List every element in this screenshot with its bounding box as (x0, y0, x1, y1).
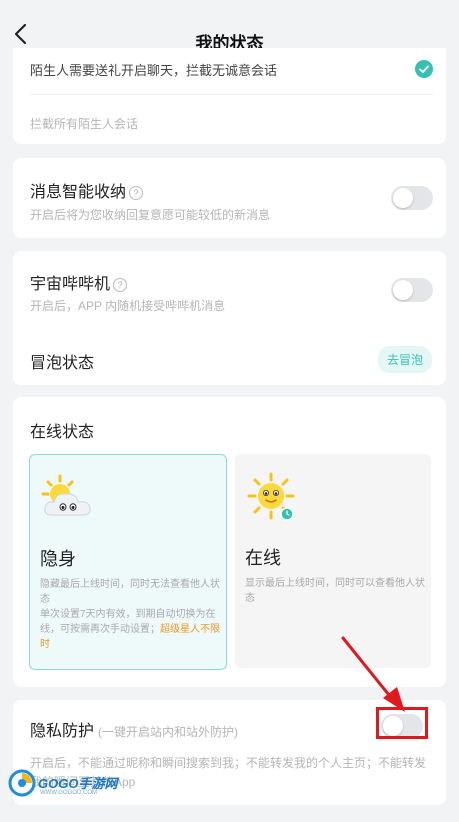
go-bubble-button[interactable]: 去冒泡 (378, 346, 433, 373)
gogo-logo-icon (8, 769, 36, 797)
online-option-desc: 显示最后上线时间，同时可以查看他人状态 (245, 578, 425, 604)
invisible-desc-line-1: 隐藏最后上线时间，同时无法查看他人状态 (40, 579, 220, 605)
privacy-hint: (一键开启站内和站外防护) (98, 725, 239, 739)
stranger-intercept-card: 陌生人需要送礼开启聊天，拦截无诚意会话 拦截所有陌生人会话 (13, 48, 446, 144)
online-status-section-title: 在线状态 (30, 424, 95, 441)
toggle-knob (393, 280, 413, 300)
online-option-title: 在线 (245, 548, 281, 568)
invisible-desc-line-2: 单次设置7天内有效，到期自动切换为在线，可按需再次手动设置；超级星人不限时 (40, 607, 220, 652)
smart-fold-card: 消息智能收纳? 开启后将为您收纳回复意愿可能较低的新消息 (13, 158, 446, 238)
watermark-url: WWW.GOGOD.COM (40, 790, 97, 796)
beeper-title: 宇宙哔哔机 (30, 276, 111, 293)
smart-fold-desc: 开启后将为您收纳回复意愿可能较低的新消息 (30, 208, 271, 222)
privacy-title: 隐私防护 (30, 723, 95, 740)
toggle-knob (393, 188, 413, 208)
bubble-status-title: 冒泡状态 (30, 355, 95, 372)
beeper-title-row: 宇宙哔哔机? (30, 270, 128, 294)
help-icon[interactable]: ? (113, 277, 128, 292)
smart-fold-title-row: 消息智能收纳? (30, 178, 144, 202)
annotation-arrow-icon (341, 636, 405, 712)
privacy-title-row: 隐私防护 (一键开启站内和站外防护) (30, 717, 238, 741)
beeper-card: 宇宙哔哔机? 开启后，APP 内随机接受哔哔机消息 冒泡状态 去冒泡 (13, 251, 446, 385)
divider (30, 94, 433, 95)
watermark-logo: GOGO手游网 WWW.GOGOD.COM (4, 763, 124, 803)
block-all-strangers-option[interactable]: 拦截所有陌生人会话 (30, 115, 138, 132)
smart-fold-title: 消息智能收纳 (30, 184, 127, 201)
smart-fold-toggle[interactable] (391, 186, 433, 210)
stranger-gift-option-label: 陌生人需要送礼开启聊天，拦截无诚意会话 (30, 63, 278, 78)
beeper-toggle[interactable] (391, 278, 433, 302)
sun-icon (247, 472, 299, 524)
invisible-option-title: 隐身 (40, 549, 76, 569)
beeper-desc: 开启后，APP 内随机接受哔哔机消息 (30, 299, 226, 313)
invisible-option-desc: 隐藏最后上线时间，同时无法查看他人状态 单次设置7天内有效，到期自动切换为在线，… (40, 577, 220, 652)
invisible-option-card[interactable]: 隐身 隐藏最后上线时间，同时无法查看他人状态 单次设置7天内有效，到期自动切换为… (29, 454, 227, 670)
help-icon[interactable]: ? (129, 185, 144, 200)
cloudy-sun-icon (40, 473, 98, 521)
selected-check-icon[interactable] (415, 60, 433, 78)
